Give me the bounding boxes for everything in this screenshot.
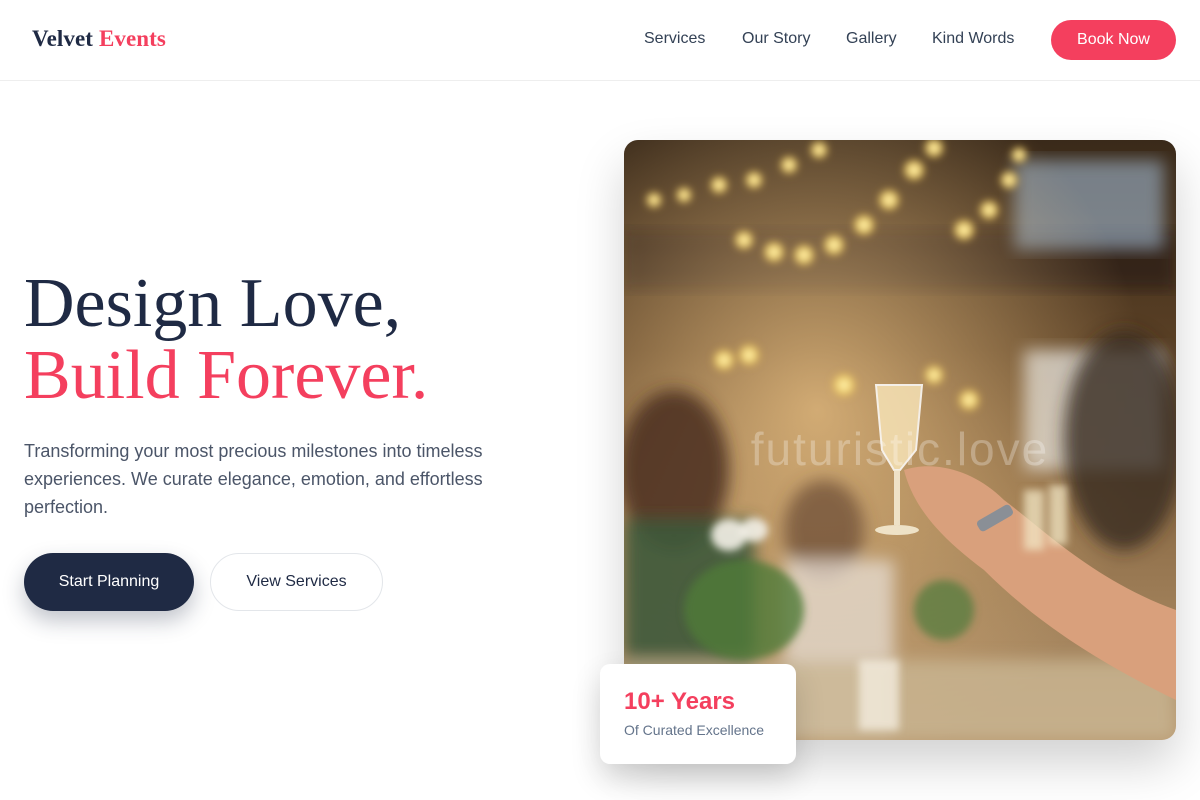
hero-event-photo: futuristic.love bbox=[624, 140, 1176, 740]
image-watermark: futuristic.love bbox=[750, 423, 1050, 475]
hero-title-line2: Build Forever. bbox=[24, 337, 429, 414]
hero-title-line1: Design Love, bbox=[24, 265, 402, 342]
stat-label: Of Curated Excellence bbox=[624, 722, 765, 738]
nav-link-services[interactable]: Services bbox=[644, 30, 705, 48]
start-planning-button[interactable]: Start Planning bbox=[24, 553, 194, 611]
nav-link-gallery[interactable]: Gallery bbox=[846, 30, 897, 48]
experience-stat-card: 10+ Years Of Curated Excellence bbox=[600, 664, 796, 764]
stat-value: 10+ Years bbox=[624, 688, 736, 715]
logo[interactable]: Velvet Events bbox=[32, 26, 166, 52]
site-header: Velvet Events Services Our Story Gallery… bbox=[0, 0, 1200, 81]
nav-link-kind-words[interactable]: Kind Words bbox=[932, 30, 1014, 48]
view-services-button[interactable]: View Services bbox=[210, 553, 383, 611]
hero-title: Design Love, Build Forever. bbox=[24, 268, 428, 412]
book-now-button[interactable]: Book Now bbox=[1051, 20, 1176, 60]
nav-link-our-story[interactable]: Our Story bbox=[742, 30, 810, 48]
hero-description: Transforming your most precious mileston… bbox=[24, 441, 483, 517]
logo-main-text: Velvet bbox=[32, 26, 94, 51]
logo-accent-text: Events bbox=[98, 26, 166, 51]
